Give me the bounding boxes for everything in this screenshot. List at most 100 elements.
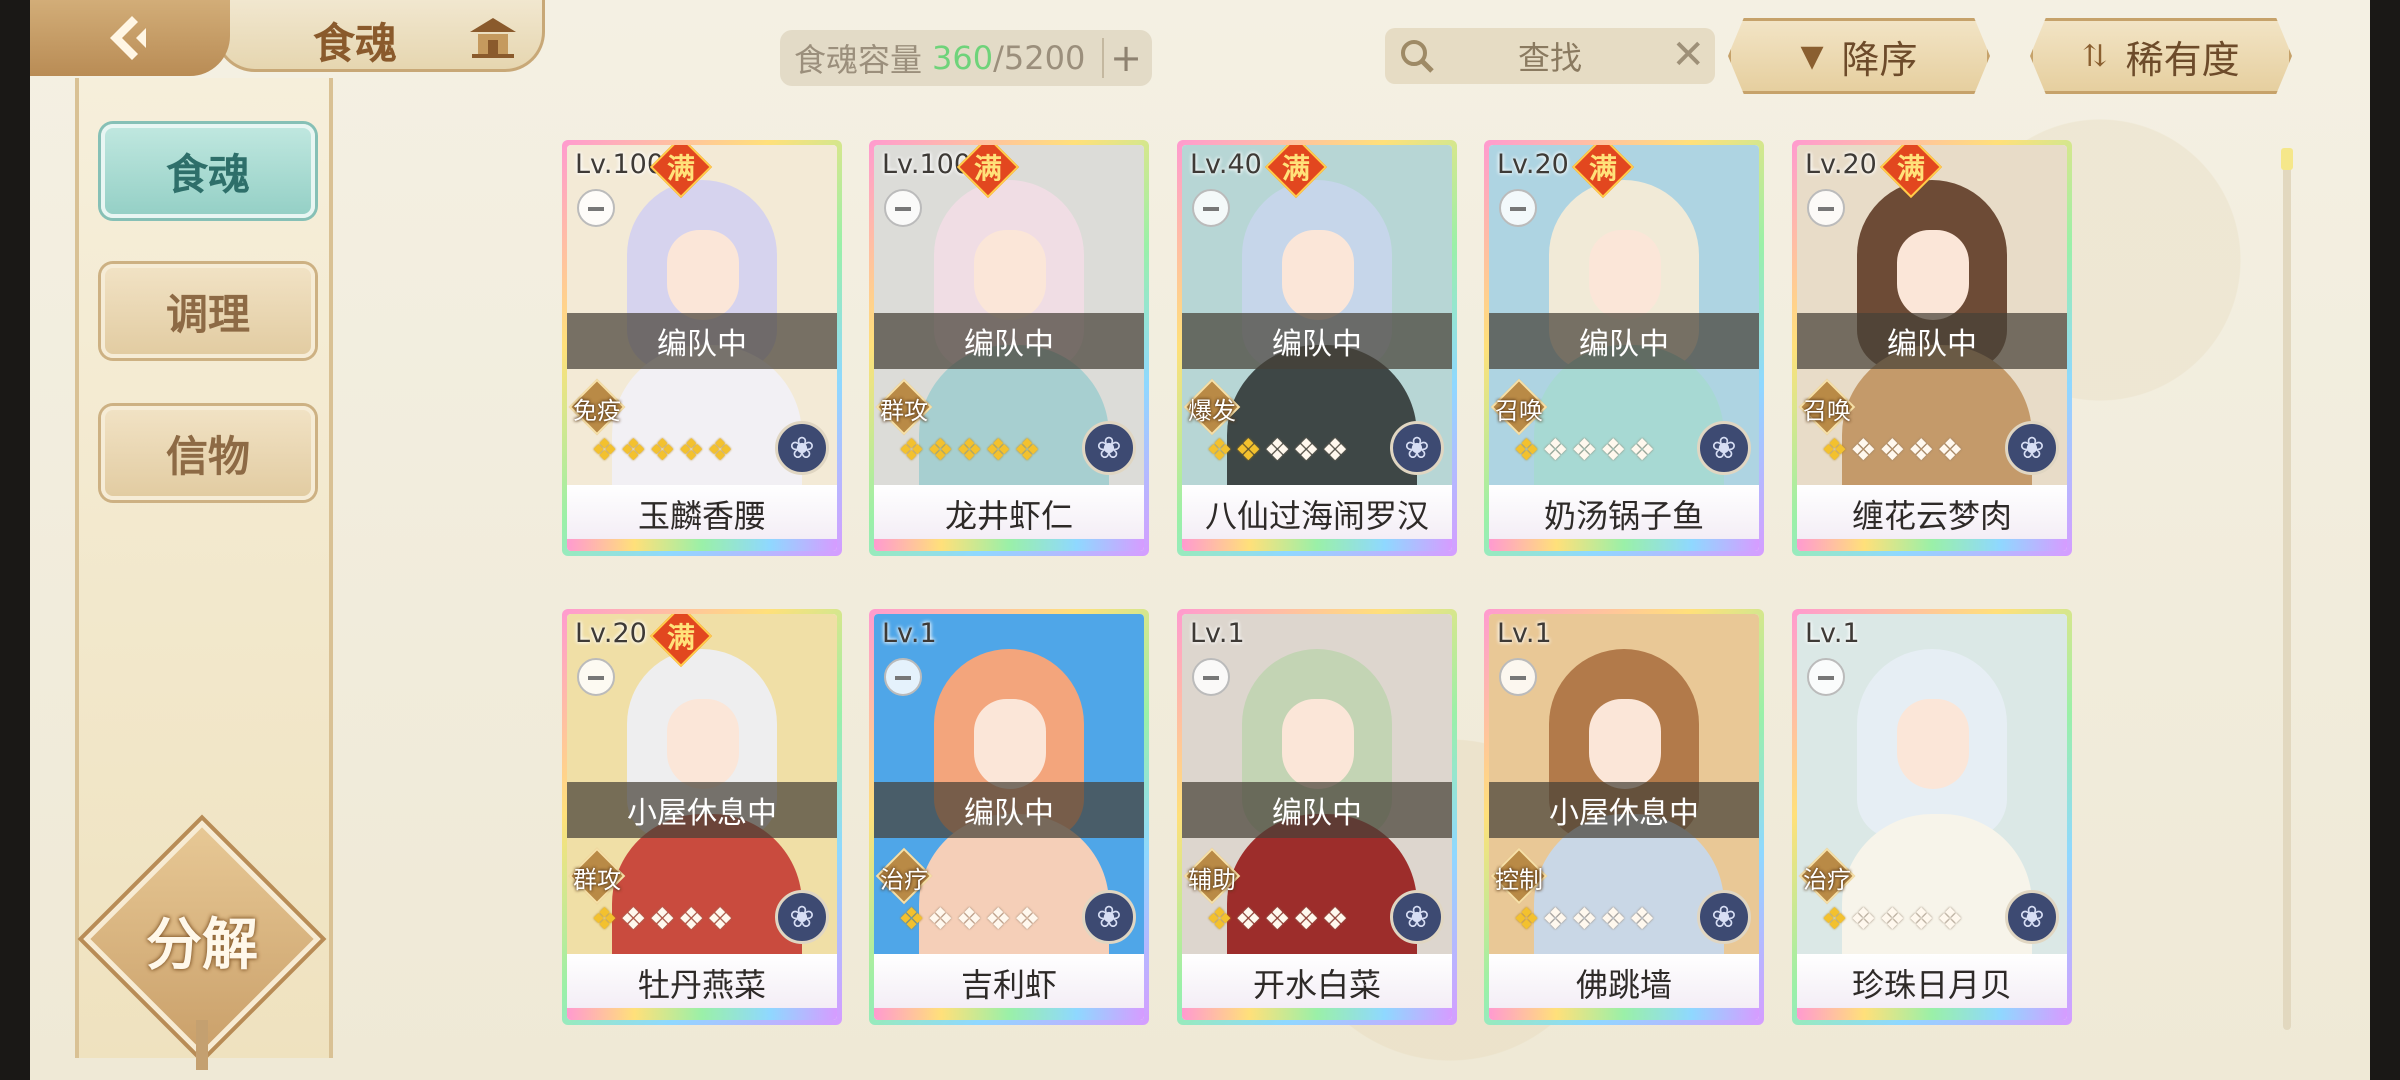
capacity-max: 5200 (1003, 39, 1086, 77)
max-level-label: 满 (666, 152, 695, 185)
star-icon: ❖ (1878, 433, 1906, 468)
portrait-face (1282, 699, 1354, 789)
rarity-strip (1797, 1008, 2067, 1020)
role-label: 治疗 (880, 866, 928, 894)
sort-order-button[interactable]: ▼ 降序 (1728, 18, 1990, 94)
back-arrow-icon (110, 16, 146, 60)
title-tab: 食魂 (215, 0, 545, 72)
food-soul-card[interactable]: Lv.100 满编队中 免疫 ❖ ❖ ❖ ❖ ❖ ❀ 玉麟香腰 (562, 140, 842, 556)
star-rating: ❖ ❖ ❖ ❖ ❖ (1206, 904, 1349, 936)
portrait-face (1589, 699, 1661, 789)
star-icon: ❖ (1321, 902, 1349, 937)
search-field[interactable]: 查找 ✕ (1385, 28, 1715, 84)
status-label: 编队中 (874, 313, 1144, 369)
role-label: 群攻 (573, 866, 621, 894)
portrait-face (667, 230, 739, 320)
status-label: 编队中 (567, 313, 837, 369)
search-placeholder: 查找 (1517, 39, 1582, 77)
star-icon: ❖ (1907, 433, 1935, 468)
sort-order-label: 降序 (1841, 37, 1918, 82)
food-soul-card[interactable]: Lv.40 满编队中 爆发 ❖ ❖ ❖ ❖ ❖ ❀ 八仙过海闹罗汉 (1177, 140, 1457, 556)
screen-edge-left (0, 0, 30, 1080)
food-soul-card[interactable]: Lv.1 治疗 ❖ ❖ ❖ ❖ ❖ ❀ 珍珠日月贝 (1792, 609, 2072, 1025)
rarity-strip (1797, 539, 2067, 551)
role-label: 免疫 (573, 397, 621, 425)
portrait-face (974, 230, 1046, 320)
character-name: 牡丹燕菜 (637, 966, 766, 1004)
bowl-icon (1499, 189, 1537, 227)
sidebar-item-label: 调理 (165, 289, 250, 339)
star-icon: ❖ (1206, 902, 1233, 937)
rarity-strip (1182, 539, 1452, 551)
star-icon: ❖ (1263, 433, 1291, 468)
scrollbar-thumb[interactable] (2281, 148, 2293, 170)
star-icon: ❖ (1513, 433, 1540, 468)
star-icon: ❖ (619, 433, 647, 468)
rarity-strip (874, 1008, 1144, 1020)
card-body: Lv.100 满编队中 免疫 ❖ ❖ ❖ ❖ ❖ ❀ 玉麟香腰 (567, 145, 837, 551)
role-badge: 群攻 (874, 378, 938, 436)
capacity-display: 食魂容量 360 / 5200 + (780, 30, 1152, 86)
star-rating: ❖ ❖ ❖ ❖ ❖ (898, 904, 1041, 936)
element-icon: ❀ (775, 890, 829, 944)
star-icon: ❖ (1013, 902, 1041, 937)
star-icon: ❖ (619, 902, 647, 937)
star-icon: ❖ (1570, 902, 1598, 937)
food-soul-card[interactable]: Lv.1 编队中 治疗 ❖ ❖ ❖ ❖ ❖ ❀ 吉利虾 (869, 609, 1149, 1025)
sort-field-label: 稀有度 (2125, 37, 2240, 82)
element-icon: ❀ (1082, 890, 1136, 944)
sidebar-item-tokens[interactable]: 信物 (101, 406, 315, 500)
star-icon: ❖ (706, 433, 734, 468)
star-rating: ❖ ❖ ❖ ❖ ❖ (1513, 435, 1656, 467)
max-level-label: 满 (666, 621, 695, 654)
sort-field-button[interactable]: ⇅ 稀有度 (2030, 18, 2292, 94)
star-icon: ❖ (1599, 433, 1627, 468)
character-name: 八仙过海闹罗汉 (1204, 497, 1429, 535)
star-icon: ❖ (1321, 433, 1349, 468)
sidebar-item-cuisine[interactable]: 调理 (101, 264, 315, 358)
search-icon (1401, 40, 1434, 73)
clear-icon[interactable]: ✕ (1671, 32, 1705, 78)
star-rating: ❖ ❖ ❖ ❖ ❖ (1513, 904, 1656, 936)
decompose-label: 分解 (146, 912, 258, 978)
star-icon: ❖ (1206, 433, 1233, 468)
food-soul-card[interactable]: Lv.20 满编队中 召唤 ❖ ❖ ❖ ❖ ❖ ❀ 奶汤锅子鱼 (1484, 140, 1764, 556)
element-icon: ❀ (1697, 421, 1751, 475)
food-soul-card[interactable]: Lv.1 编队中 辅助 ❖ ❖ ❖ ❖ ❖ ❀ 开水白菜 (1177, 609, 1457, 1025)
character-name: 珍珠日月贝 (1851, 966, 2012, 1004)
role-label: 召唤 (1495, 397, 1543, 425)
star-icon: ❖ (955, 902, 983, 937)
star-icon: ❖ (1849, 433, 1877, 468)
capacity-separator: / (993, 39, 1004, 77)
bowl-icon (1807, 658, 1845, 696)
star-rating: ❖ ❖ ❖ ❖ ❖ (898, 435, 1041, 467)
food-soul-card[interactable]: Lv.100 满编队中 群攻 ❖ ❖ ❖ ❖ ❖ ❀ 龙井虾仁 (869, 140, 1149, 556)
food-soul-card[interactable]: Lv.1 小屋休息中 控制 ❖ ❖ ❖ ❖ ❖ ❀ 佛跳墙 (1484, 609, 1764, 1025)
sidebar-item-food-souls[interactable]: 食魂 (101, 124, 315, 218)
character-name: 缠花云梦肉 (1851, 497, 2012, 535)
food-soul-card[interactable]: Lv.20 满小屋休息中 群攻 ❖ ❖ ❖ ❖ ❖ ❀ 牡丹燕菜 (562, 609, 842, 1025)
home-icon[interactable] (466, 12, 520, 62)
status-label: 编队中 (1182, 782, 1452, 838)
back-button[interactable] (30, 0, 230, 76)
star-icon: ❖ (1513, 902, 1540, 937)
capacity-label: 食魂容量 (794, 41, 923, 79)
screen-edge-right (2370, 0, 2400, 1080)
star-rating: ❖ ❖ ❖ ❖ ❖ (1821, 435, 1964, 467)
card-body: Lv.1 编队中 辅助 ❖ ❖ ❖ ❖ ❖ ❀ 开水白菜 (1182, 614, 1452, 1020)
food-soul-card[interactable]: Lv.20 满编队中 召唤 ❖ ❖ ❖ ❖ ❖ ❀ 缠花云梦肉 (1792, 140, 2072, 556)
star-icon: ❖ (1234, 433, 1262, 468)
max-level-label: 满 (1896, 152, 1925, 185)
star-icon: ❖ (1821, 902, 1848, 937)
star-icon: ❖ (648, 433, 676, 468)
element-icon: ❀ (1390, 890, 1444, 944)
element-icon: ❀ (1390, 421, 1444, 475)
status-label: 小屋休息中 (1489, 782, 1759, 838)
bowl-icon (1192, 658, 1230, 696)
rarity-strip (1489, 1008, 1759, 1020)
scrollbar[interactable] (2283, 150, 2291, 1030)
expand-capacity-button[interactable]: + (1102, 36, 1142, 80)
portrait-face (1897, 699, 1969, 789)
role-badge: 群攻 (567, 847, 631, 905)
triangle-down-icon: ▼ (1800, 38, 1824, 74)
